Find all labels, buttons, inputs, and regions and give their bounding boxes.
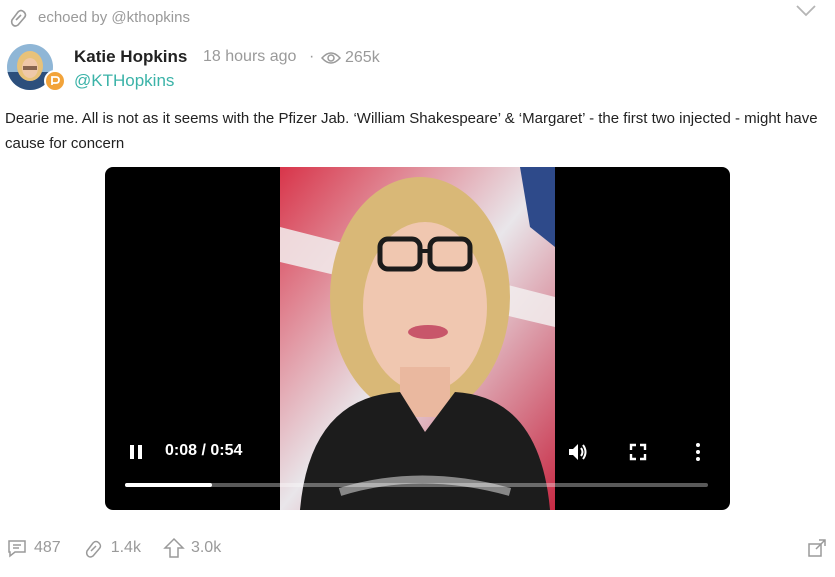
echo-label[interactable]: echoed by @kthopkins — [38, 9, 190, 26]
comment-button[interactable]: 487 — [6, 538, 61, 558]
echo-icon — [10, 9, 27, 27]
echo-header: echoed by @kthopkins — [8, 6, 190, 28]
fullscreen-icon[interactable] — [629, 443, 647, 461]
separator-dot: · — [309, 48, 315, 65]
view-count: 265k — [321, 49, 380, 67]
post-time[interactable]: 18 hours ago — [203, 48, 296, 66]
video-progress-fill — [125, 483, 213, 487]
comment-icon — [8, 540, 26, 558]
video-time: 0:08 / 0:54 — [165, 442, 243, 459]
action-bar: 487 1.4k 3.0k — [6, 537, 243, 559]
echo-count: 1.4k — [110, 539, 141, 556]
pause-icon[interactable] — [127, 443, 145, 461]
more-vertical-icon[interactable] — [693, 442, 703, 462]
upvote-icon — [163, 537, 185, 558]
echo-button[interactable]: 1.4k — [83, 537, 141, 559]
view-count-value: 265k — [345, 49, 380, 66]
video-frame[interactable] — [280, 167, 555, 510]
comment-count: 487 — [34, 539, 61, 556]
video-player[interactable]: 0:08 / 0:54 — [105, 167, 730, 510]
volume-icon[interactable] — [567, 442, 589, 462]
expand-icon[interactable] — [807, 538, 827, 558]
upvote-button[interactable]: 3.0k — [163, 537, 221, 559]
author-name[interactable]: Katie Hopkins — [74, 47, 187, 67]
upvote-count: 3.0k — [190, 539, 222, 556]
chevron-down-icon[interactable] — [795, 4, 817, 18]
video-progress-bar[interactable] — [125, 483, 708, 487]
post-text: Dearie me. All is not as it seems with t… — [5, 110, 818, 152]
author-handle[interactable]: @KTHopkins — [74, 71, 174, 91]
eye-icon — [321, 52, 341, 64]
pro-badge-icon — [44, 70, 66, 92]
echo-icon — [85, 540, 101, 558]
